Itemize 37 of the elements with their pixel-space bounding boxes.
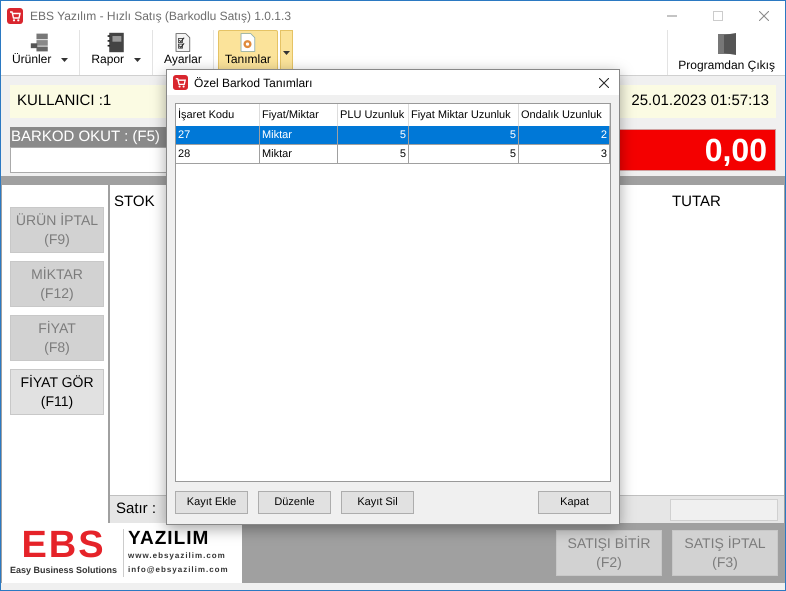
table-cell: Miktar [260, 145, 338, 164]
notebook-icon [106, 32, 127, 53]
door-icon [716, 32, 738, 56]
grid-row[interactable]: 27 Miktar 5 5 2 [176, 126, 610, 145]
grid-row[interactable]: 28 Miktar 5 5 3 [176, 145, 610, 164]
column-header: TUTAR [672, 192, 722, 212]
dialog-title: Özel Barkod Tanımları [194, 74, 312, 92]
table-cell: 5 [338, 145, 409, 164]
caret-icon [134, 58, 142, 62]
total-display: 0,00 [618, 129, 776, 171]
toolbar-button[interactable]: Rapor [84, 30, 148, 75]
logo-website: www.ebsyazilim.com [128, 550, 227, 562]
dialog-button[interactable]: Düzenle [258, 491, 331, 514]
function-button[interactable]: FİYAT GÖR (F11) [10, 369, 104, 415]
logo-tagline: Easy Business Solutions [10, 564, 118, 578]
table-cell: 28 [176, 145, 260, 164]
user-label: KULLANICI :1 [17, 91, 112, 112]
close-icon[interactable] [599, 78, 609, 88]
dialog-button[interactable]: Kayıt Sil [341, 491, 414, 514]
toolbar-button[interactable]: Ürünler [5, 30, 76, 75]
table-cell: 3 [519, 145, 610, 164]
logo-brand: EBS [21, 528, 106, 562]
logo-name: YAZILIM [128, 529, 210, 549]
row-count-label: Satır : [116, 499, 156, 520]
caret-icon [61, 58, 68, 62]
date-time: 25.01.2023 01:57:13 [631, 91, 769, 112]
cart-icon [7, 8, 23, 24]
table-cell: 5 [409, 145, 519, 164]
close-dialog-button[interactable]: Kapat [538, 491, 611, 514]
logo-email: info@ebsyazilim.com [128, 564, 229, 576]
dialog-button[interactable]: Kayıt Ekle [175, 491, 248, 514]
window-title: EBS Yazılım - Hızlı Satış (Barkodlu Satış) 1.0.1.3 [30, 8, 291, 24]
column-header: STOK [114, 192, 155, 212]
exit-button[interactable]: Programdan Çıkış [667, 30, 785, 75]
server-icon [30, 32, 51, 53]
cart-icon [173, 75, 188, 90]
caret-icon [282, 50, 290, 54]
